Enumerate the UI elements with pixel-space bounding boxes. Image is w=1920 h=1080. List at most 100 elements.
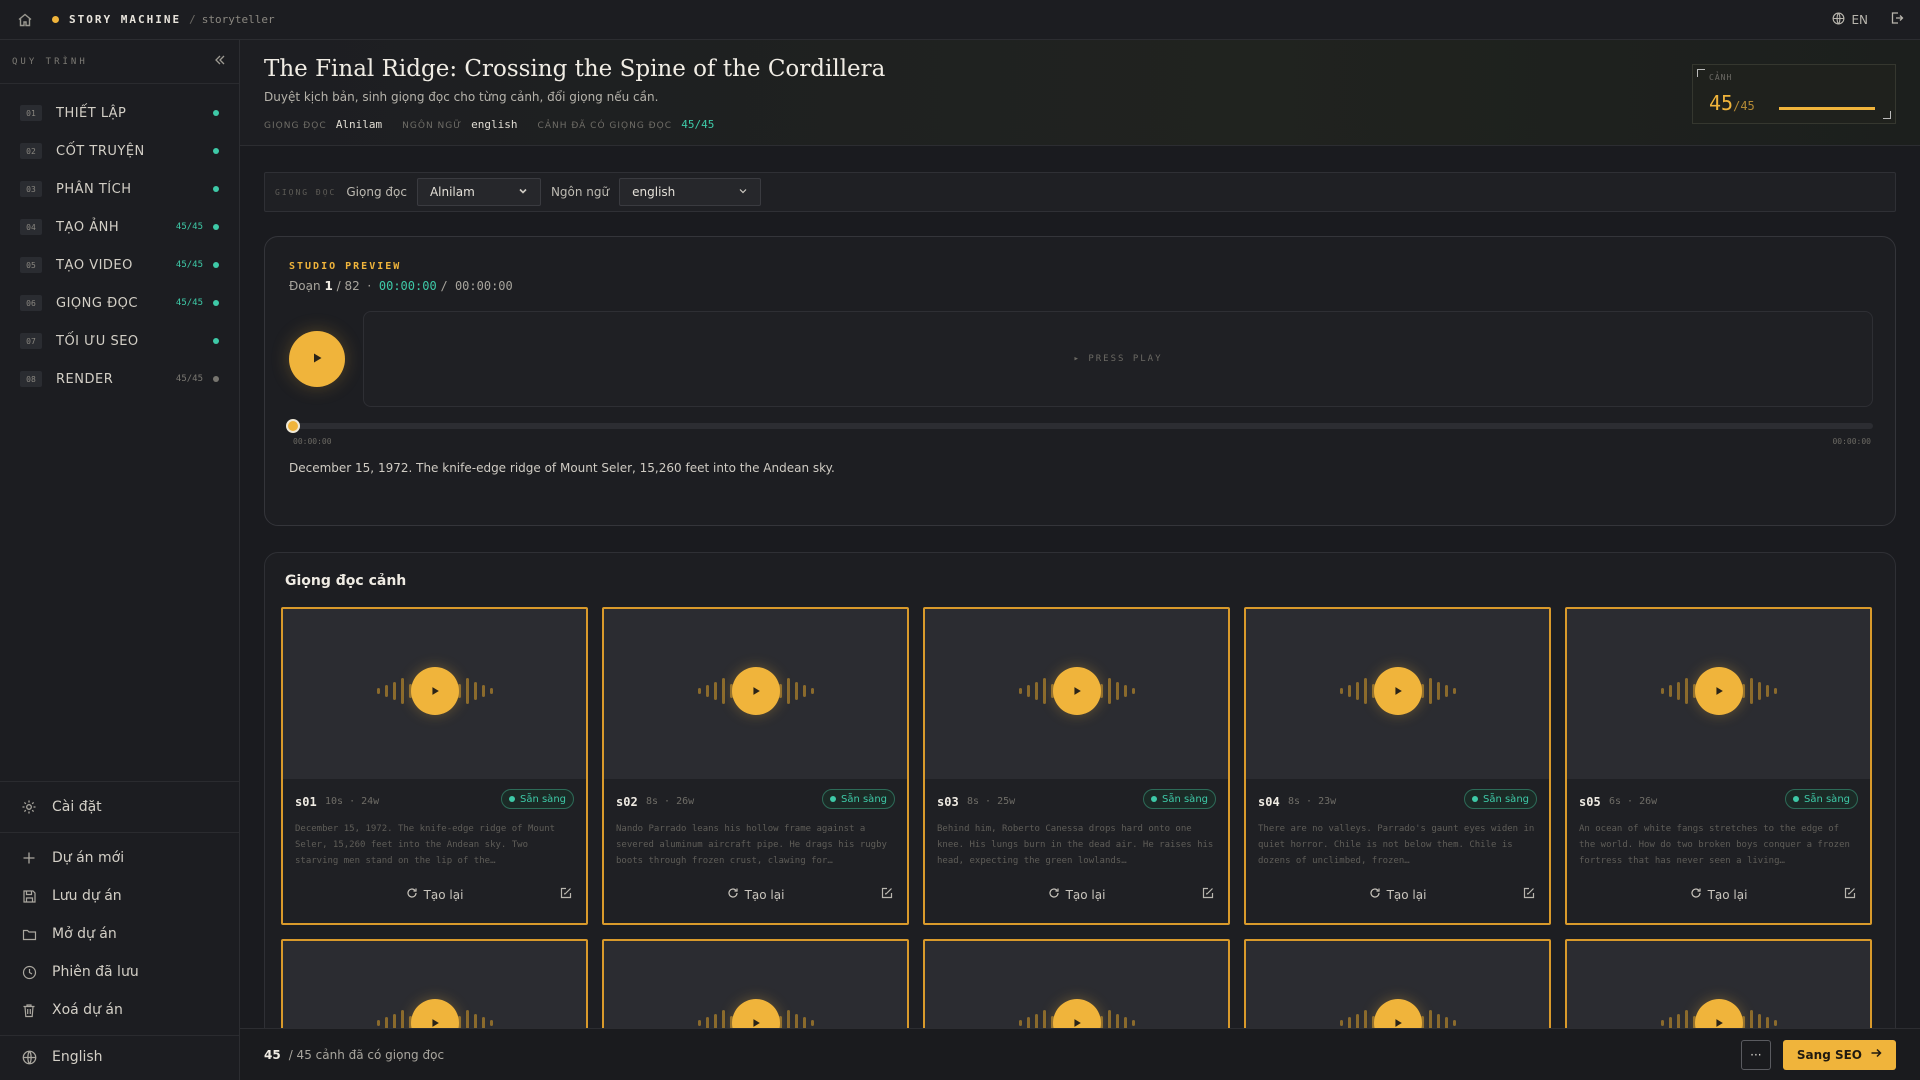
step-count: 45/45 <box>175 298 203 308</box>
scene-script: December 15, 1972. The knife-edge ridge … <box>295 824 556 866</box>
step-label: CỐT TRUYỆN <box>56 143 145 159</box>
breadcrumb-separator: / <box>189 13 196 26</box>
sidebar-item-giong-doc[interactable]: 06 GIỌNG ĐỌC 45/45 <box>0 284 239 322</box>
regenerate-label: Tạo lại <box>744 887 785 902</box>
scene-card[interactable]: s05 6s · 26w Sẵn sàng An ocean of white fan… <box>1565 607 1872 925</box>
scene-progress-bar <box>1779 107 1875 110</box>
regenerate-label: Tạo lại <box>423 887 464 902</box>
refresh-icon <box>727 887 739 902</box>
status-badge: Sẵn sàng <box>1463 789 1537 809</box>
scene-play-button[interactable] <box>1053 667 1101 715</box>
brand-dot <box>52 16 59 23</box>
scene-card[interactable]: s04 8s · 23w Sẵn sàng There are no valleys.… <box>1244 607 1551 925</box>
studio-play-button[interactable] <box>289 331 345 387</box>
scene-script: Behind him, Roberto Canessa drops hard o… <box>937 824 1214 866</box>
play-icon <box>310 350 324 369</box>
scene-card[interactable] <box>281 939 588 1039</box>
open-project-button[interactable]: Mở dự án <box>0 915 239 953</box>
scene-id: s01 <box>295 795 317 809</box>
sidebar-item-phan-tich[interactable]: 03 PHÂN TÍCH <box>0 170 239 208</box>
step-label: TẠO VIDEO <box>56 257 133 273</box>
save-project-label: Lưu dự án <box>52 888 122 904</box>
regenerate-label: Tạo lại <box>1707 887 1748 902</box>
studio-heading: STUDIO PREVIEW <box>289 261 402 272</box>
sidebar-item-tao-video[interactable]: 05 TẠO VIDEO 45/45 <box>0 246 239 284</box>
sidebar-item-render[interactable]: 08 RENDER 45/45 <box>0 360 239 398</box>
edit-icon[interactable] <box>1523 887 1535 902</box>
edit-icon[interactable] <box>560 887 572 902</box>
scene-play-button[interactable] <box>1695 667 1743 715</box>
home-icon[interactable] <box>16 11 34 29</box>
step-number: 01 <box>20 105 42 121</box>
scene-script: There are no valleys. Parrado's gaunt ey… <box>1258 824 1535 866</box>
scene-card[interactable] <box>602 939 909 1039</box>
next-seo-button[interactable]: Sang SEO <box>1782 1039 1896 1070</box>
regenerate-button[interactable]: Tạo lại <box>925 887 1228 902</box>
status-dot <box>213 300 219 306</box>
delete-project-label: Xoá dự án <box>52 1002 123 1018</box>
next-seo-label: Sang SEO <box>1796 1047 1862 1062</box>
globe-icon <box>20 1048 38 1066</box>
plus-icon <box>20 849 38 867</box>
sidebar-bottom: Cài đặt Dự án mới Lưu dự án Mở dự án Phi… <box>0 781 239 1080</box>
delete-project-button[interactable]: Xoá dự án <box>0 991 239 1029</box>
sidebar-item-cot-truyen[interactable]: 02 CỐT TRUYỆN <box>0 132 239 170</box>
edit-icon[interactable] <box>881 887 893 902</box>
edit-icon[interactable] <box>1202 887 1214 902</box>
breadcrumb[interactable]: storyteller <box>202 13 275 26</box>
meta-lang-value: english <box>471 118 518 131</box>
regenerate-button[interactable]: Tạo lại <box>1567 887 1870 902</box>
double-chevron-left-icon[interactable] <box>213 52 227 71</box>
saved-sessions-button[interactable]: Phiên đã lưu <box>0 953 239 991</box>
step-number: 03 <box>20 181 42 197</box>
edit-icon[interactable] <box>1844 887 1856 902</box>
sidebar-item-thiet-lap[interactable]: 01 THIẾT LẬP <box>0 94 239 132</box>
sidebar: QUY TRÌNH 01 THIẾT LẬP 02 CỐT TRUYỆN 03 … <box>0 40 240 1080</box>
scene-card[interactable]: s03 8s · 25w Sẵn sàng Behind him, Roberto C… <box>923 607 1230 925</box>
preview-screen[interactable]: ▸ PRESS PLAY <box>363 311 1873 407</box>
new-project-button[interactable]: Dự án mới <box>0 839 239 877</box>
refresh-icon <box>1048 887 1060 902</box>
sidebar-item-tao-anh[interactable]: 04 TẠO ẢNH 45/45 <box>0 208 239 246</box>
regenerate-button[interactable]: Tạo lại <box>1246 887 1549 902</box>
settings-button[interactable]: Cài đặt <box>0 788 239 826</box>
meta-voice-label: GIỌNG ĐỌC <box>264 121 327 131</box>
status-badge: Sẵn sàng <box>1142 789 1216 809</box>
scene-card[interactable]: s02 8s · 26w Sẵn sàng Nando Parrado leans h… <box>602 607 909 925</box>
sidebar-header: QUY TRÌNH <box>0 40 239 84</box>
page-subtitle: Duyệt kịch bản, sinh giọng đọc cho từng … <box>264 90 659 104</box>
regenerate-button[interactable]: Tạo lại <box>604 887 907 902</box>
play-icon <box>1392 682 1404 701</box>
chevron-down-icon <box>738 186 748 199</box>
scene-duration: 6s · 26w <box>1609 796 1658 807</box>
step-label: THIẾT LẬP <box>56 105 127 121</box>
status-dot <box>213 338 219 344</box>
play-icon <box>1713 682 1725 701</box>
scene-play-button[interactable] <box>1374 667 1422 715</box>
scene-counter: CẢNH 45/45 <box>1692 64 1896 124</box>
language-switch[interactable]: EN <box>1832 12 1868 28</box>
step-number: 07 <box>20 333 42 349</box>
language-button[interactable]: English <box>0 1038 239 1076</box>
scene-card[interactable] <box>1565 939 1872 1039</box>
sidebar-item-toi-uu-seo[interactable]: 07 TỐI ƯU SEO <box>0 322 239 360</box>
scene-play-button[interactable] <box>411 667 459 715</box>
playback-track[interactable] <box>293 423 1873 429</box>
studio-preview: STUDIO PREVIEW Đoạn 1 / 82 · 00:00:00 / … <box>264 236 1896 526</box>
language-select[interactable]: english <box>619 178 762 206</box>
more-options-button[interactable]: ··· <box>1740 1039 1771 1070</box>
playback-scrubber[interactable] <box>286 419 300 433</box>
scene-card[interactable] <box>923 939 1230 1039</box>
scene-card[interactable] <box>1244 939 1551 1039</box>
page-header: The Final Ridge: Crossing the Spine of t… <box>240 40 1920 146</box>
scene-card[interactable]: s01 10s · 24w Sẵn sàng December 15, 1972. T… <box>281 607 588 925</box>
brand-name: STORY MACHINE <box>69 13 182 26</box>
regenerate-button[interactable]: Tạo lại <box>283 887 586 902</box>
logout-icon[interactable] <box>1890 11 1904 28</box>
top-bar: STORY MACHINE / storyteller EN <box>0 0 1920 40</box>
save-project-button[interactable]: Lưu dự án <box>0 877 239 915</box>
preview-caption: December 15, 1972. The knife-edge ridge … <box>289 461 835 475</box>
scene-play-button[interactable] <box>732 667 780 715</box>
scene-script: Nando Parrado leans his hollow frame aga… <box>616 824 887 866</box>
voice-select[interactable]: Alnilam <box>416 178 541 206</box>
